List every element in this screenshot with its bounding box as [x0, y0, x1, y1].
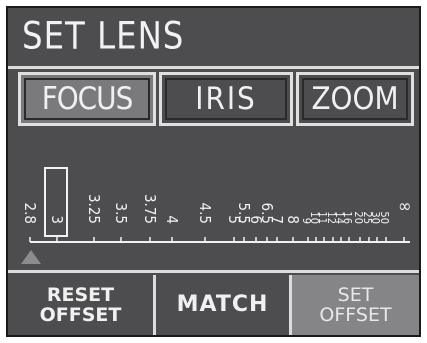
focus-distance-scale[interactable]: 2.8 3 3.25 3.5 3.75 4 4.5 5 5.5 6 6.5 7 8 9 10 11 12 14 16… [8, 132, 419, 282]
title-divider [8, 66, 419, 69]
set-offset-button[interactable]: SET OFFSET [289, 275, 419, 335]
scale-label: 4 [163, 215, 181, 224]
triangle-up-icon[interactable] [21, 250, 41, 264]
match-button[interactable]: MATCH [153, 275, 289, 335]
tab-zoom[interactable]: ZOOM [296, 72, 414, 126]
scale-label: 7 [268, 215, 286, 224]
selected-value-box [44, 167, 68, 237]
scale-label: 3.75 [141, 194, 159, 224]
scale-label: 2.8 [21, 203, 39, 224]
scale-label: 3.5 [112, 203, 130, 224]
tab-iris[interactable]: IRIS [159, 72, 293, 126]
reset-offset-button[interactable]: RESET OFFSET [8, 275, 153, 335]
scale-label-infinity: ∞ [398, 196, 412, 217]
set-lens-screen: SET LENS FOCUS IRIS ZOOM 2.8 3 3.25 3.5 3.75… [6, 6, 421, 337]
scale-label: 3 [48, 215, 66, 224]
scale-label: 50 [378, 211, 391, 224]
bottom-divider [8, 270, 419, 273]
scale-label: 3.25 [85, 194, 103, 224]
page-title: SET LENS [22, 14, 185, 58]
scale-label: 8 [284, 215, 302, 224]
scale-label: 4.5 [196, 203, 214, 224]
tab-focus[interactable]: FOCUS [18, 72, 156, 126]
